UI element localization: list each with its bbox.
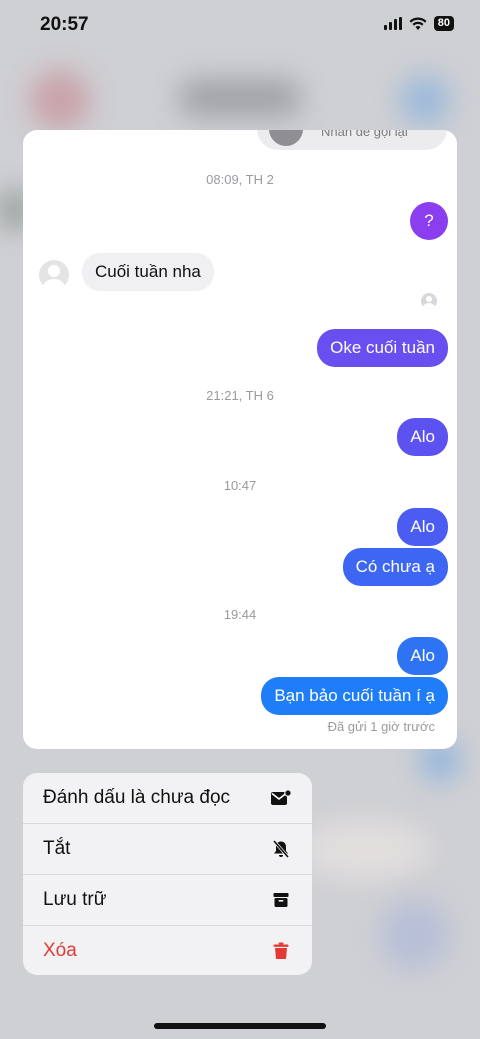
menu-item-label: Tắt xyxy=(43,838,71,859)
sent-status: Đã gửi 1 giờ trước xyxy=(327,719,435,734)
menu-item-mark-unread[interactable]: Đánh dấu là chưa đọc xyxy=(23,773,312,823)
menu-item-mute[interactable]: Tắt xyxy=(23,824,312,874)
call-back-pill[interactable]: Nhấn để gọi lại xyxy=(257,130,447,150)
sent-message-bubble[interactable]: Alo xyxy=(397,637,448,675)
status-time: 20:57 xyxy=(40,14,89,35)
sent-message-bubble[interactable]: Alo xyxy=(397,508,448,546)
archive-icon xyxy=(270,889,292,911)
sent-message-bubble[interactable]: Oke cuối tuần xyxy=(317,329,448,367)
menu-item-label: Đánh dấu là chưa đọc xyxy=(43,787,231,808)
timestamp: 10:47 xyxy=(223,478,257,493)
timestamp: 08:09, TH 2 xyxy=(206,172,274,187)
menu-item-archive[interactable]: Lưu trữ xyxy=(23,875,312,925)
menu-item-delete[interactable]: Xóa xyxy=(23,926,312,975)
menu-item-label: Lưu trữ xyxy=(43,889,107,910)
sent-message-bubble[interactable]: Alo xyxy=(397,418,448,456)
sent-message-bubble[interactable]: Bạn bảo cuối tuần í ạ xyxy=(261,677,448,715)
received-message-bubble[interactable]: Cuối tuần nha xyxy=(82,253,214,291)
battery-indicator: 80 xyxy=(433,16,454,31)
timestamp: 19:44 xyxy=(223,607,257,622)
conversation-preview[interactable]: Nhấn để gọi lại 08:09, TH 2 ? Cuối tuần … xyxy=(23,130,457,749)
trash-icon xyxy=(270,940,292,962)
sent-message-bubble[interactable]: Có chưa ạ xyxy=(342,548,448,586)
sent-message-bubble[interactable]: ? xyxy=(410,202,448,240)
mark-unread-icon xyxy=(270,787,292,809)
timestamp: 21:21, TH 6 xyxy=(206,388,274,403)
home-indicator[interactable] xyxy=(154,1023,326,1029)
menu-item-label: Xóa xyxy=(43,940,77,961)
call-back-text: Nhấn để gọi lại xyxy=(321,130,408,139)
seen-avatar-icon xyxy=(421,293,437,309)
wifi-icon xyxy=(409,16,427,30)
mute-bell-icon xyxy=(270,838,292,860)
contact-avatar xyxy=(39,260,69,290)
context-menu: Đánh dấu là chưa đọc Tắt Lưu trữ Xóa xyxy=(23,773,312,975)
status-bar: 20:57 80 xyxy=(0,0,480,52)
avatar xyxy=(269,130,303,146)
cellular-signal-icon xyxy=(383,17,402,30)
